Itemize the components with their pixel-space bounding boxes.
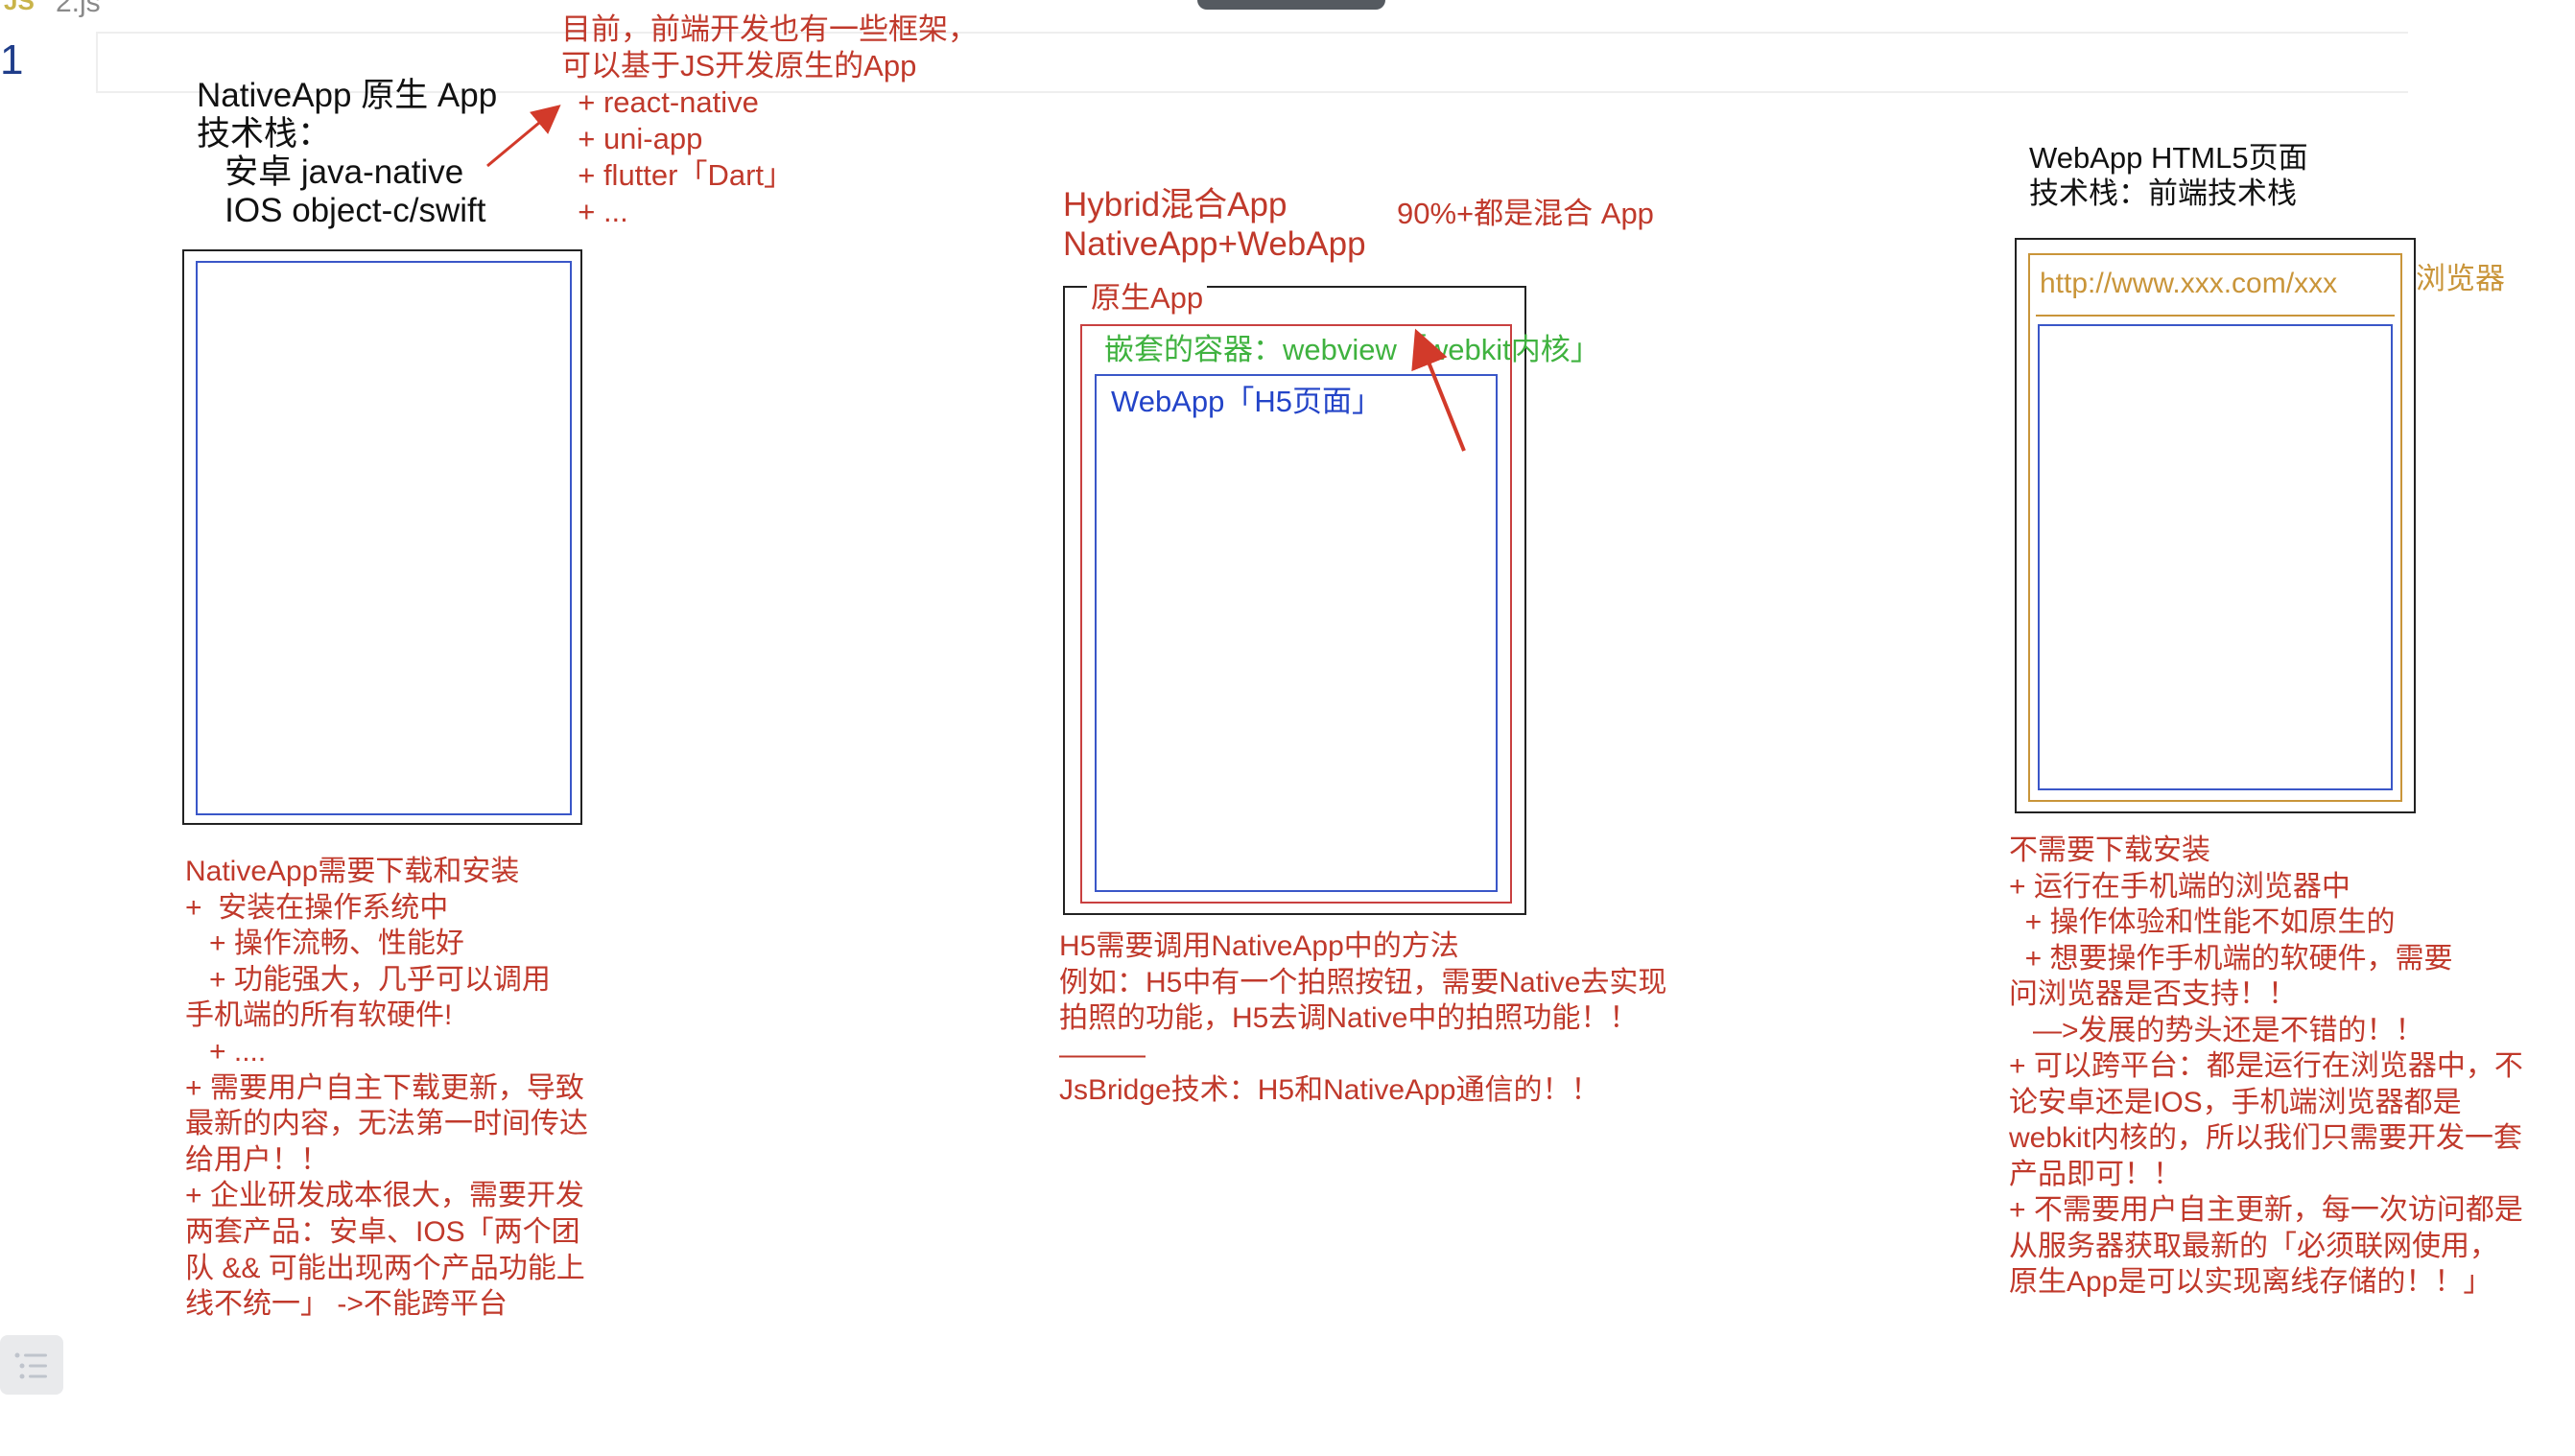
browser-url: http://www.xxx.com/xxx [2040, 268, 2338, 299]
outline-toggle-button[interactable] [0, 1335, 63, 1395]
browser-label: 浏览器 [2416, 262, 2505, 295]
webapp-description: 不需要下载安装 + 运行在手机端的浏览器中 + 操作体验和性能不如原生的 + 想… [2009, 834, 2523, 1298]
hybrid-app-description: H5需要调用NativeApp中的方法 例如：H5中有一个拍照按钮，需要Nati… [1059, 930, 1667, 1106]
list-icon [14, 1352, 47, 1379]
url-bar-divider [2036, 315, 2395, 317]
webapp-page-area [2038, 324, 2393, 790]
webapp-title: WebApp HTML5页面 技术栈：前端技术栈 [2029, 141, 2308, 210]
